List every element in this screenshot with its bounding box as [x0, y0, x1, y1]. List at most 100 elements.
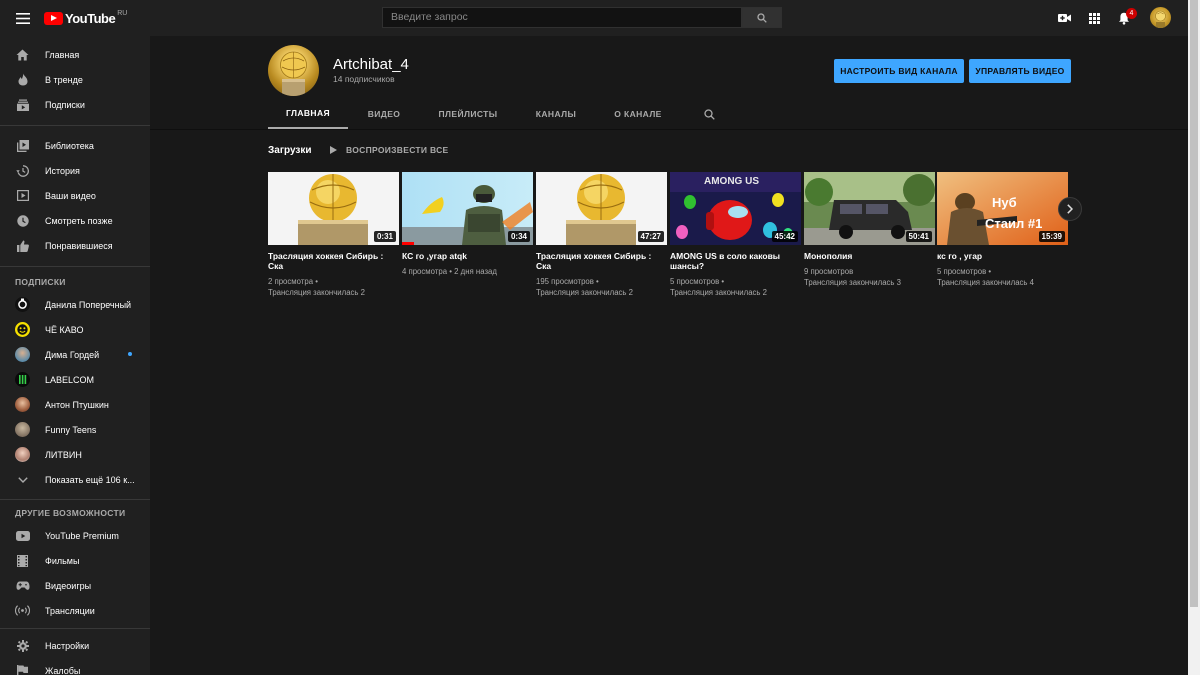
- sidebar-divider: [0, 125, 150, 126]
- sidebar-item-label: Ваши видео: [45, 190, 96, 201]
- sidebar-item-label: Смотреть позже: [45, 215, 113, 226]
- youtube-logo[interactable]: YouTube RU: [44, 9, 127, 27]
- video-thumbnail[interactable]: Нуб Стаил #1 15:39: [937, 172, 1068, 245]
- video-meta: 5 просмотров • Трансляция закончилась 2: [670, 277, 768, 297]
- sidebar-channel-item[interactable]: Funny Teens: [0, 417, 150, 442]
- video-card[interactable]: Нуб Стаил #1 15:39 кс го , угар 5 просмо…: [937, 172, 1068, 288]
- flag-icon: [15, 663, 30, 675]
- channel-avatar: [15, 322, 30, 337]
- user-avatar[interactable]: [1150, 7, 1171, 28]
- video-card[interactable]: 47:27 Трасляция хоккея Сибирь : Ска 195 …: [536, 172, 667, 298]
- scrollbar-thumb[interactable]: [1190, 0, 1198, 607]
- thumbnail-caption: Стаил #1: [985, 216, 1042, 231]
- video-views: 9 просмотров: [804, 267, 854, 276]
- sidebar-item-watch-later[interactable]: Смотреть позже: [0, 208, 150, 233]
- video-meta: 5 просмотров • Трансляция закончилась 4: [937, 267, 1035, 287]
- sidebar-show-more[interactable]: Показать ещё 106 к...: [0, 467, 150, 492]
- sidebar-item-history[interactable]: История: [0, 158, 150, 183]
- video-title[interactable]: Трасляция хоккея Сибирь : Ска: [268, 251, 399, 271]
- video-date: Трансляция закончилась 2: [670, 288, 768, 297]
- sidebar-item-live[interactable]: Трансляции: [0, 598, 150, 623]
- sidebar-channel-item[interactable]: ЛИТВИН: [0, 442, 150, 467]
- show-more-label: Показать ещё 106 к...: [45, 474, 135, 485]
- video-duration: 15:39: [1038, 231, 1065, 242]
- video-duration: 45:42: [771, 231, 798, 242]
- channel-avatar-large: [268, 45, 319, 96]
- video-thumbnail[interactable]: 50:41: [804, 172, 935, 245]
- channel-content: Загрузки ВОСПРОИЗВЕСТИ ВСЕ 0:31 Трасляци…: [150, 129, 1188, 675]
- notification-badge: 4: [1126, 8, 1137, 19]
- sidebar-channel-item[interactable]: Дима Гордей: [0, 342, 150, 367]
- shelf-next-button[interactable]: [1058, 197, 1082, 221]
- video-meta: 2 просмотра • Трансляция закончилась 2: [268, 277, 366, 297]
- tab-home[interactable]: ГЛАВНАЯ: [268, 99, 348, 129]
- thumbnail-caption: AMONG US: [704, 176, 759, 187]
- video-thumbnail[interactable]: 47:27: [536, 172, 667, 245]
- sidebar-item-gaming[interactable]: Видеоигры: [0, 573, 150, 598]
- chevron-down-icon: [15, 472, 30, 487]
- video-meta: 195 просмотров • Трансляция закончилась 2: [536, 277, 634, 297]
- video-card[interactable]: 0:34 КС го ,угар atqk 4 просмотра • 2 дн…: [402, 172, 533, 277]
- customize-channel-button[interactable]: НАСТРОИТЬ ВИД КАНАЛА: [834, 59, 964, 83]
- shelf-title[interactable]: Загрузки: [268, 145, 312, 156]
- video-title[interactable]: Трасляция хоккея Сибирь : Ска: [536, 251, 667, 271]
- video-thumbnail[interactable]: AMONG US 45:42: [670, 172, 801, 245]
- sidebar-item-home[interactable]: Главная: [0, 42, 150, 67]
- menu-icon[interactable]: [14, 8, 32, 28]
- tab-videos[interactable]: ВИДЕО: [348, 99, 420, 129]
- sidebar-item-your-videos[interactable]: Ваши видео: [0, 183, 150, 208]
- page-scrollbar[interactable]: [1188, 0, 1200, 675]
- video-card[interactable]: 50:41 Монополия 9 просмотров Трансляция з…: [804, 172, 935, 288]
- create-video-icon[interactable]: [1055, 9, 1073, 27]
- video-views: 4 просмотра: [402, 267, 448, 276]
- sidebar-channel-label: Данила Поперечный: [45, 299, 132, 310]
- video-meta: 4 просмотра • 2 дня назад: [402, 267, 497, 276]
- tab-search[interactable]: [698, 99, 720, 129]
- tab-about[interactable]: О КАНАЛЕ: [596, 99, 680, 129]
- sidebar-item-label: Понравившиеся: [45, 240, 113, 251]
- sidebar-item-youtube-premium[interactable]: YouTube Premium: [0, 523, 150, 548]
- sidebar-item-label: Трансляции: [45, 605, 95, 616]
- sidebar-item-label: Подписки: [45, 99, 85, 110]
- subscriptions-heading: ПОДПИСКИ: [15, 277, 66, 287]
- search-button[interactable]: [742, 7, 782, 28]
- sidebar-item-subscriptions[interactable]: Подписки: [0, 92, 150, 117]
- sidebar-item-films[interactable]: Фильмы: [0, 548, 150, 573]
- sidebar-item-library[interactable]: Библиотека: [0, 133, 150, 158]
- sidebar-item-label: В тренде: [45, 74, 83, 85]
- sidebar-channel-label: Funny Teens: [45, 424, 97, 435]
- sidebar-item-liked[interactable]: Понравившиеся: [0, 233, 150, 258]
- sidebar-item-trending[interactable]: В тренде: [0, 67, 150, 92]
- search-input[interactable]: Введите запрос: [382, 7, 742, 28]
- sidebar-item-report[interactable]: Жалобы: [0, 658, 150, 675]
- gear-icon: [15, 638, 30, 653]
- play-all-button[interactable]: ВОСПРОИЗВЕСТИ ВСЕ: [330, 145, 449, 155]
- video-thumbnail[interactable]: 0:34: [402, 172, 533, 245]
- manage-videos-button[interactable]: УПРАВЛЯТЬ ВИДЕО: [969, 59, 1071, 83]
- video-card[interactable]: AMONG US 45:42 AMONG US в соло каковы ша…: [670, 172, 801, 298]
- video-card[interactable]: 0:31 Трасляция хоккея Сибирь : Ска 2 про…: [268, 172, 399, 298]
- sidebar-channel-item[interactable]: ЧЁ КАВО: [0, 317, 150, 342]
- sidebar-item-settings[interactable]: Настройки: [0, 633, 150, 658]
- tab-playlists[interactable]: ПЛЕЙЛИСТЫ: [420, 99, 516, 129]
- sidebar-channel-label: ЧЁ КАВО: [45, 324, 84, 335]
- watch-progress-bar: [402, 242, 414, 245]
- video-title[interactable]: AMONG US в соло каковы шансы?: [670, 251, 801, 271]
- video-views: 195 просмотров: [536, 277, 594, 286]
- sidebar-divider: [0, 266, 150, 267]
- film-icon: [15, 553, 30, 568]
- sidebar-channel-label: Антон Птушкин: [45, 399, 109, 410]
- video-title[interactable]: Монополия: [804, 251, 935, 261]
- video-title[interactable]: КС го ,угар atqk: [402, 251, 533, 261]
- video-duration: 0:31: [373, 231, 396, 242]
- tab-channels[interactable]: КАНАЛЫ: [516, 99, 596, 129]
- video-title[interactable]: кс го , угар: [937, 251, 1068, 261]
- sidebar-channel-item[interactable]: LABELCOM: [0, 367, 150, 392]
- sidebar-channel-item[interactable]: Антон Птушкин: [0, 392, 150, 417]
- apps-grid-icon[interactable]: [1085, 9, 1103, 27]
- video-thumbnail[interactable]: 0:31: [268, 172, 399, 245]
- sidebar-channel-item[interactable]: Данила Поперечный: [0, 292, 150, 317]
- video-meta: 9 просмотров Трансляция закончилась 3: [804, 266, 935, 288]
- channel-header: Artchibat_4 14 подписчиков НАСТРОИТЬ ВИД…: [150, 36, 1188, 129]
- sidebar: Главная В тренде Подписки Библиотека Ист…: [0, 36, 150, 675]
